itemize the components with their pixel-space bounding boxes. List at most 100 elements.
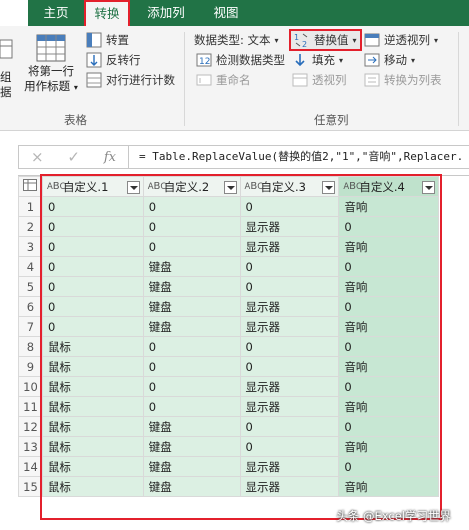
table-cell[interactable]: 0: [142, 196, 241, 217]
table-cell[interactable]: 显示器: [239, 476, 340, 497]
table-cell[interactable]: 0: [142, 236, 241, 257]
table-row[interactable]: 15 鼠标 键盘 显示器 音响: [18, 476, 469, 497]
table-cell[interactable]: 显示器: [239, 296, 340, 317]
table-cell[interactable]: 鼠标: [41, 476, 144, 497]
table-row[interactable]: 14 鼠标 键盘 显示器 0: [18, 456, 469, 477]
row-number[interactable]: 1: [18, 196, 43, 217]
row-number[interactable]: 15: [18, 476, 43, 497]
column-header-1[interactable]: ABC自定义.1: [41, 176, 144, 197]
table-row[interactable]: 13 鼠标 键盘 0 音响: [18, 436, 469, 457]
table-cell[interactable]: 音响: [338, 436, 440, 457]
reverse-rows-button[interactable]: 反转行: [86, 52, 141, 68]
table-cell[interactable]: 0: [41, 316, 144, 337]
row-number[interactable]: 9: [18, 356, 43, 377]
table-cell[interactable]: 鼠标: [41, 376, 144, 397]
table-cell[interactable]: 显示器: [239, 316, 340, 337]
table-cell[interactable]: 键盘: [142, 436, 241, 457]
tab-transform[interactable]: 转换: [84, 0, 130, 28]
table-cell[interactable]: 键盘: [142, 456, 241, 477]
table-cell[interactable]: 显示器: [239, 456, 340, 477]
tab-home[interactable]: 主页: [36, 0, 76, 26]
table-row[interactable]: 9 鼠标 0 0 音响: [18, 356, 469, 377]
fill-button[interactable]: 填充 ▾: [292, 52, 343, 68]
table-row[interactable]: 6 0 键盘 显示器 0: [18, 296, 469, 317]
table-cell[interactable]: 鼠标: [41, 356, 144, 377]
table-cell[interactable]: 音响: [338, 236, 440, 257]
table-cell[interactable]: 0: [338, 416, 440, 437]
table-cell[interactable]: 鼠标: [41, 416, 144, 437]
table-cell[interactable]: 键盘: [142, 276, 241, 297]
rename-button[interactable]: 重命名: [196, 72, 251, 88]
table-cell[interactable]: 鼠标: [41, 436, 144, 457]
column-filter-dropdown[interactable]: [322, 180, 336, 194]
table-cell[interactable]: 键盘: [142, 476, 241, 497]
table-cell[interactable]: 键盘: [142, 416, 241, 437]
column-header-3[interactable]: ABC自定义.3: [239, 176, 340, 197]
table-cell[interactable]: 0: [239, 256, 340, 277]
table-cell[interactable]: 鼠标: [41, 336, 144, 357]
table-cell[interactable]: 显示器: [239, 376, 340, 397]
table-cell[interactable]: 0: [142, 216, 241, 237]
table-cell[interactable]: 0: [41, 236, 144, 257]
table-cell[interactable]: 0: [239, 336, 340, 357]
pivot-column-button[interactable]: 透视列: [292, 72, 347, 88]
table-row[interactable]: 10 鼠标 0 显示器 0: [18, 376, 469, 397]
use-first-row-as-headers-button[interactable]: 将第一行 用作标题 ▾: [22, 34, 80, 95]
row-number[interactable]: 6: [18, 296, 43, 317]
column-filter-dropdown[interactable]: [422, 180, 436, 194]
table-cell[interactable]: 音响: [338, 396, 440, 417]
table-cell[interactable]: 0: [41, 296, 144, 317]
group-by-partial-label[interactable]: 组 据: [0, 70, 12, 100]
unpivot-columns-button[interactable]: 逆透视列 ▾: [364, 32, 438, 48]
tab-add-column[interactable]: 添加列: [138, 0, 194, 26]
table-cell[interactable]: 0: [41, 256, 144, 277]
table-cell[interactable]: 音响: [338, 356, 440, 377]
table-cell[interactable]: 0: [41, 276, 144, 297]
table-cell[interactable]: 音响: [338, 276, 440, 297]
row-number[interactable]: 2: [18, 216, 43, 237]
table-cell[interactable]: 0: [142, 376, 241, 397]
table-row[interactable]: 5 0 键盘 0 音响: [18, 276, 469, 297]
table-cell[interactable]: 音响: [338, 476, 440, 497]
table-corner-icon[interactable]: [18, 176, 43, 197]
fx-icon[interactable]: fx: [104, 150, 116, 165]
table-cell[interactable]: 0: [41, 196, 144, 217]
table-cell[interactable]: 0: [338, 456, 440, 477]
table-cell[interactable]: 0: [338, 376, 440, 397]
column-filter-dropdown[interactable]: [223, 180, 237, 194]
confirm-icon[interactable]: ✓: [67, 148, 80, 166]
transpose-button[interactable]: 转置: [86, 32, 129, 48]
table-cell[interactable]: 0: [239, 196, 340, 217]
table-row[interactable]: 1 0 0 0 音响: [18, 196, 469, 217]
row-number[interactable]: 13: [18, 436, 43, 457]
table-cell[interactable]: 0: [142, 356, 241, 377]
move-button[interactable]: 移动 ▾: [364, 52, 415, 68]
table-cell[interactable]: 0: [239, 416, 340, 437]
formula-input[interactable]: = Table.ReplaceValue(替换的值2,"1","音响",Repl…: [128, 145, 469, 169]
row-number[interactable]: 7: [18, 316, 43, 337]
table-cell[interactable]: 音响: [338, 196, 440, 217]
row-number[interactable]: 11: [18, 396, 43, 417]
table-cell[interactable]: 0: [239, 276, 340, 297]
data-type-dropdown[interactable]: 数据类型: 文本 ▾: [194, 32, 279, 48]
table-cell[interactable]: 鼠标: [41, 456, 144, 477]
table-cell[interactable]: 0: [338, 256, 440, 277]
file-tab[interactable]: [0, 0, 28, 26]
detect-data-type-button[interactable]: 12 检测数据类型: [196, 52, 285, 68]
table-cell[interactable]: 0: [142, 336, 241, 357]
table-row[interactable]: 2 0 0 显示器 0: [18, 216, 469, 237]
table-cell[interactable]: 键盘: [142, 256, 241, 277]
convert-to-list-button[interactable]: 转换为列表: [364, 72, 442, 88]
table-cell[interactable]: 0: [142, 396, 241, 417]
table-cell[interactable]: 0: [338, 296, 440, 317]
table-row[interactable]: 12 鼠标 键盘 0 0: [18, 416, 469, 437]
table-row[interactable]: 11 鼠标 0 显示器 音响: [18, 396, 469, 417]
table-row[interactable]: 3 0 0 显示器 音响: [18, 236, 469, 257]
row-number[interactable]: 8: [18, 336, 43, 357]
table-cell[interactable]: 显示器: [239, 396, 340, 417]
row-number[interactable]: 12: [18, 416, 43, 437]
table-cell[interactable]: 0: [239, 436, 340, 457]
table-cell[interactable]: 0: [41, 216, 144, 237]
cancel-icon[interactable]: ×: [31, 148, 44, 166]
tab-view[interactable]: 视图: [204, 0, 248, 26]
